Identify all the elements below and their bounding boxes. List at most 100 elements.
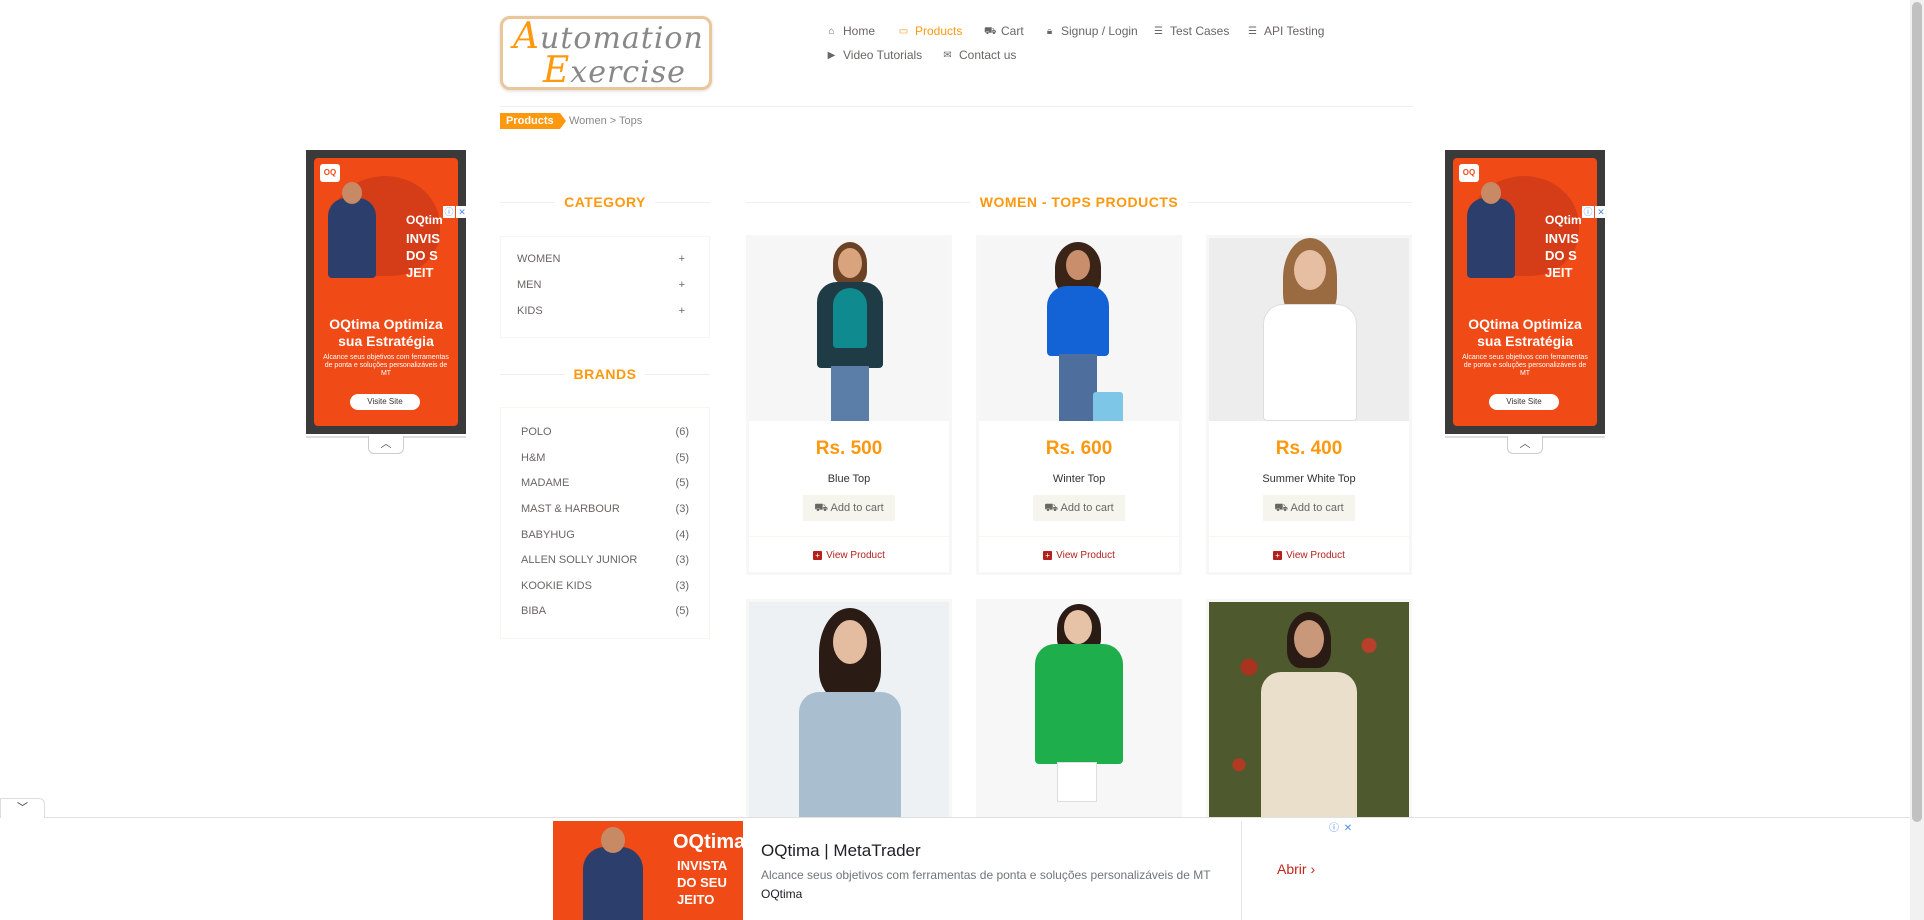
bottom-ad-divider [1241,821,1242,920]
brands-title: BRANDS [565,366,645,382]
bottom-ad-controls: ⓘ ✕ [1328,823,1354,835]
nav-signup-login[interactable]: 🔒︎ Signup / Login [1044,24,1138,38]
view-product-link[interactable]: + View Product [1209,550,1409,561]
nav-products[interactable]: ▭ Products [898,24,963,38]
ad-slogan: INVIS DO S JEIT [406,231,440,280]
left-side-ad[interactable]: OQ OQtim INVIS DO S JEIT OQtima Optimiza… [306,150,468,434]
brand-madame[interactable]: MADAME (5) [521,477,689,489]
nav-contact-us[interactable]: ✉ Contact us [942,48,1016,62]
close-icon[interactable]: ✕ [1595,206,1607,218]
right-side-ad[interactable]: OQ OQtim INVIS DO S JEIT OQtima Optimiza… [1445,150,1607,434]
brand-allen-solly-junior[interactable]: ALLEN SOLLY JUNIOR (3) [521,554,689,566]
cart-icon: ⛟ [1274,502,1291,514]
card-divider [1209,536,1409,537]
home-icon: ⌂ [828,25,835,37]
nav-api-testing[interactable]: ☰ API Testing [1247,24,1324,38]
plus-icon[interactable]: + [679,305,685,317]
chevron-down-icon[interactable]: ﹀ [0,798,45,818]
products-title: WOMEN - TOPS PRODUCTS [970,194,1188,210]
ad-brand: OQtim [1545,213,1582,227]
nav-test-cases[interactable]: ☰ Test Cases [1153,24,1229,38]
right-ad-toggle-bar: ︿ [1445,436,1605,454]
bottom-ad[interactable]: OQtima INVISTA DO SEU JEITO OQtima | Met… [553,821,1358,920]
ad-creative[interactable]: OQ OQtim INVIS DO S JEIT OQtima Optimiza… [1453,158,1597,426]
bottom-ad-open-button[interactable]: Abrir › [1277,861,1315,877]
breadcrumb-products[interactable]: Products [500,113,566,129]
product-image [749,602,949,819]
view-product-link[interactable]: + View Product [749,550,949,561]
page: { "logo": {"line1_first": "A", "line1_re… [0,0,1924,920]
product-name: Summer White Top [1262,473,1356,485]
brand-count: (5) [675,452,689,464]
close-icon[interactable]: ✕ [456,206,468,218]
ad-visit-button[interactable]: Visite Site [1489,394,1559,410]
chevron-up-icon[interactable]: ︿ [1507,436,1543,454]
add-to-cart-button[interactable]: ⛟ Add to cart [803,495,895,521]
info-icon[interactable]: ⓘ [443,206,455,218]
product-card [1206,599,1412,819]
brand-kookie-kids[interactable]: KOOKIE KIDS (3) [521,580,689,592]
brand-polo[interactable]: POLO (6) [521,426,689,438]
product-image [1209,238,1409,421]
close-icon[interactable]: ✕ [1342,823,1354,835]
brand-hm[interactable]: H&M (5) [521,452,689,464]
nav-home[interactable]: ⌂ Home [826,24,875,38]
product-card: Rs. 400 Summer White Top ⛟ Add to cart +… [1206,235,1412,575]
ad-slogan: INVIS DO S JEIT [1545,231,1579,280]
card-divider [979,536,1179,537]
product-image [749,238,949,421]
info-icon[interactable]: ⓘ [1328,823,1340,835]
logo-line-2: Exercise [543,50,686,91]
bottom-ad-image[interactable]: OQtima INVISTA DO SEU JEITO [553,821,743,920]
bottom-ad-advertiser: OQtima [761,887,803,901]
category-women[interactable]: WOMEN + [517,253,685,265]
product-image [979,238,1179,421]
product-card: Rs. 500 Blue Top ⛟ Add to cart + View Pro… [746,235,952,575]
add-to-cart-button[interactable]: ⛟ Add to cart [1033,495,1125,521]
ad-controls: ⓘ ✕ [443,206,468,218]
category-kids[interactable]: KIDS + [517,305,685,317]
chevron-up-icon[interactable]: ︿ [368,436,404,454]
scrollbar-thumb[interactable] [1912,2,1922,822]
product-name: Winter Top [1052,473,1106,485]
ad-badge: OQ [1459,164,1479,182]
brand-count: (5) [675,477,689,489]
plus-icon[interactable]: + [679,253,685,265]
product-image [1209,602,1409,819]
product-card [746,599,952,819]
brand-mast-harbour[interactable]: MAST & HARBOUR (3) [521,503,689,515]
ad-subtitle: Alcance seus objetivos com ferramentas d… [323,354,449,377]
ad-title: OQtima Optimiza sua Estratégia [329,316,443,349]
ad-visit-button[interactable]: Visite Site [350,394,420,410]
bottom-ad-title[interactable]: OQtima | MetaTrader [761,841,921,861]
nav-cart[interactable]: ⛟ Cart [984,24,1024,38]
brand-count: (6) [675,426,689,438]
category-title: CATEGORY [555,194,655,210]
info-icon[interactable]: ⓘ [1582,206,1594,218]
category-men[interactable]: MEN + [517,279,685,291]
ad-person-image [583,827,643,920]
plus-square-icon: + [1043,551,1053,560]
product-price: Rs. 500 [815,438,883,459]
ad-brand: OQtima [673,831,743,853]
plus-square-icon: + [813,551,823,560]
nav-video-tutorials[interactable]: ▶ Video Tutorials [826,48,923,62]
product-card: Rs. 600 Winter Top ⛟ Add to cart + View P… [976,235,1182,575]
plus-icon[interactable]: + [679,279,685,291]
list-icon: ☰ [1248,25,1257,37]
brand-count: (5) [675,605,689,617]
page-scrollbar[interactable] [1910,0,1924,920]
add-to-cart-button[interactable]: ⛟ Add to cart [1263,495,1355,521]
ad-title: OQtima Optimiza sua Estratégia [1468,316,1582,349]
brand-count: (4) [675,529,689,541]
brand-count: (3) [675,554,689,566]
brand-biba[interactable]: BIBA (5) [521,605,689,617]
chevron-right-icon: › [1310,861,1316,877]
youtube-icon: ▶ [827,49,836,61]
ad-creative[interactable]: OQ OQtim INVIS DO S JEIT OQtima Optimiza… [314,158,458,426]
site-logo[interactable]: Automation Exercise [500,16,712,90]
brand-babyhug[interactable]: BABYHUG (4) [521,529,689,541]
view-product-link[interactable]: + View Product [979,550,1179,561]
product-image [979,602,1179,819]
ad-controls: ⓘ ✕ [1582,206,1607,218]
